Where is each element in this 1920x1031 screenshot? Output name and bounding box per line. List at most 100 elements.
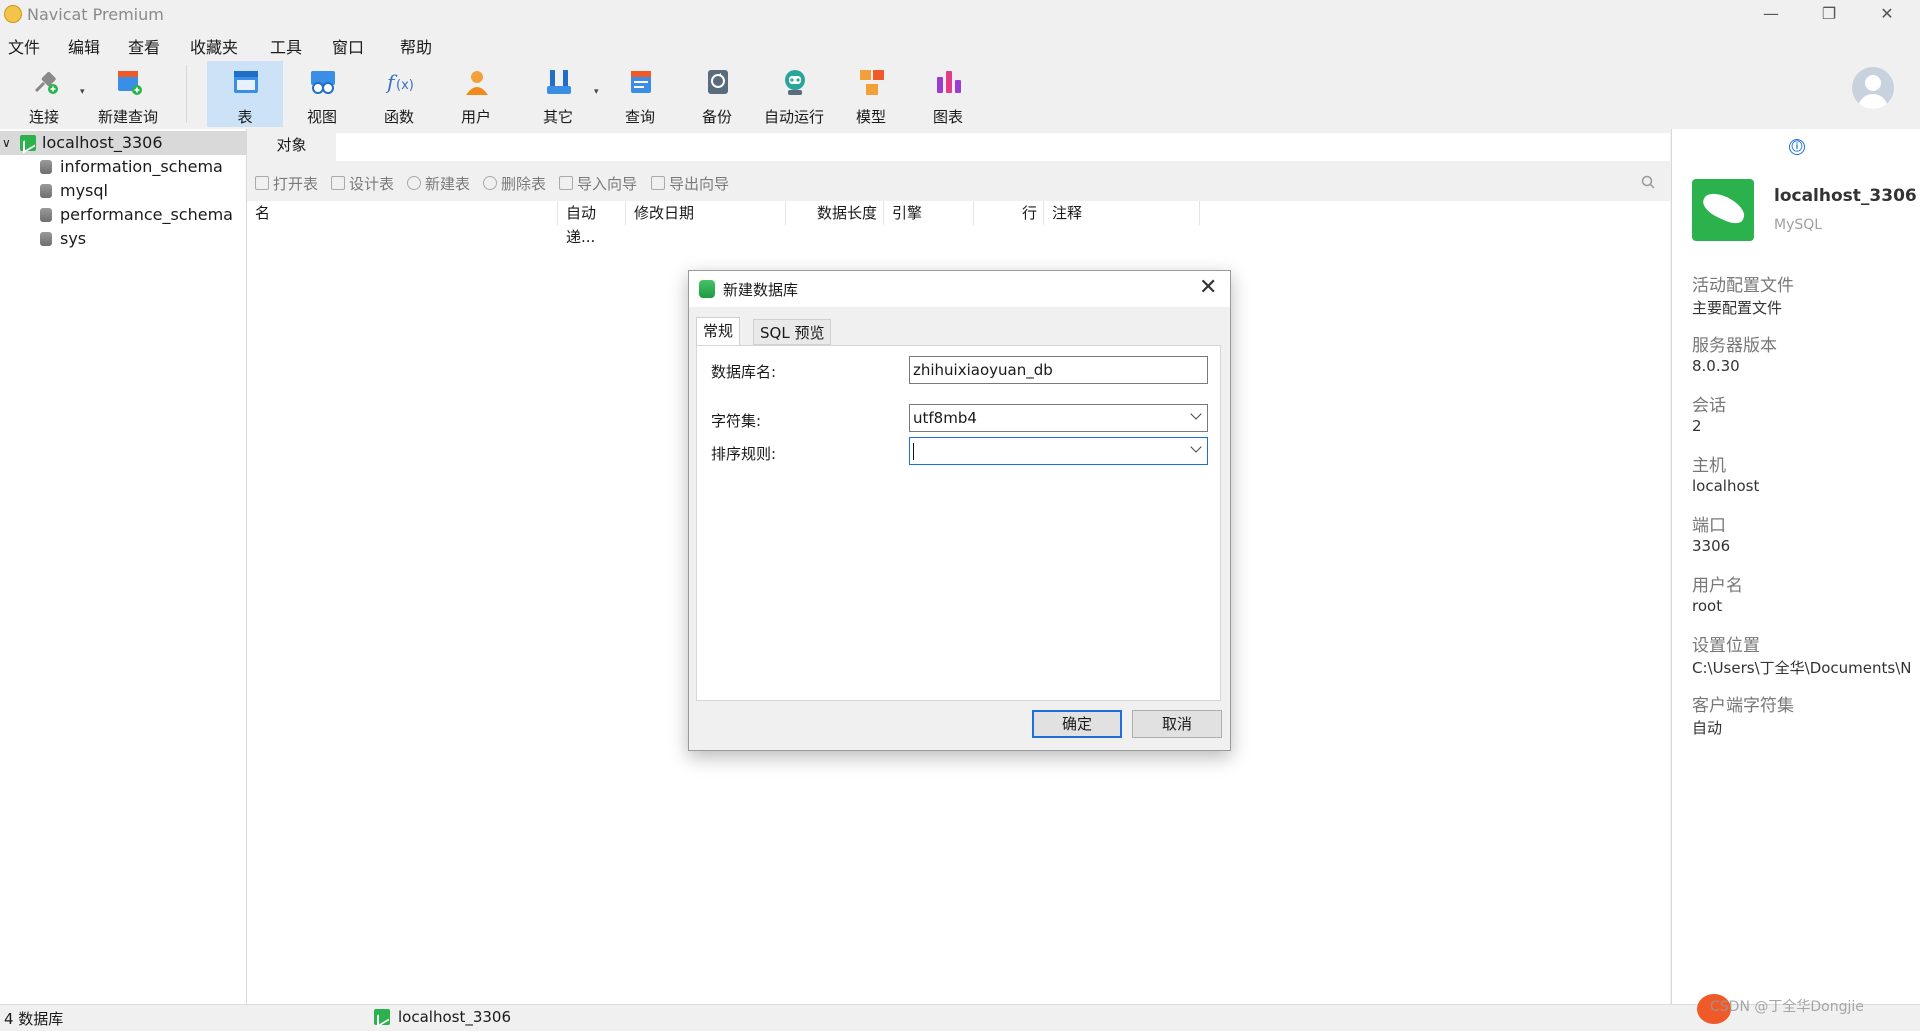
toolbar-separator [186,65,187,123]
new-query-button[interactable]: 新建查询 [90,61,166,127]
menu-favorites[interactable]: 收藏夹 [190,34,238,58]
info-location-value: C:\Users\丁全华\Documents\N [1692,659,1912,677]
title-bar: Navicat Premium — ❐ ✕ [0,0,1920,29]
table-icon [234,71,258,93]
table-label: 表 [237,108,253,126]
avatar-head-icon [1865,75,1881,91]
export-icon [651,176,665,190]
minimize-button[interactable]: — [1742,0,1800,29]
open-table-button[interactable]: 打开表 [255,173,318,194]
database-name: sys [60,229,87,248]
column-header-modified-date[interactable]: 修改日期 [626,201,786,225]
tree-db-performance-schema[interactable]: performance_schema [0,203,246,227]
status-connection: localhost_3306 [398,1008,512,1026]
design-table-button[interactable]: 设计表 [331,173,394,194]
delete-table-button[interactable]: 删除表 [483,173,546,194]
charset-label: 字符集: [711,412,762,430]
charset-select[interactable]: utf8mb4 [909,404,1208,432]
info-profile-value: 主要配置文件 [1692,299,1783,317]
menu-edit[interactable]: 编辑 [68,34,100,58]
export-wizard-button[interactable]: 导出向导 [651,173,729,194]
table-button[interactable]: 表 [207,61,283,127]
info-panel: ⓘ localhost_3306 MySQL 活动配置文件 主要配置文件 服务器… [1671,129,1920,1004]
user-button[interactable]: 用户 [438,61,514,127]
navicat-logo-icon [4,5,22,23]
expand-chevron-icon[interactable]: ∨ [2,131,11,155]
import-wizard-button[interactable]: 导入向导 [559,173,637,194]
tree-db-mysql[interactable]: mysql [0,179,246,203]
ok-button[interactable]: 确定 [1032,710,1122,738]
tab-general[interactable]: 常规 [696,317,741,345]
import-wizard-label: 导入向导 [577,175,638,193]
new-table-button[interactable]: 新建表 [407,173,470,194]
connection-name: localhost_3306 [42,133,163,152]
info-profile-label: 活动配置文件 [1692,276,1794,296]
robot-icon [785,70,805,95]
restore-button[interactable]: ❐ [1800,0,1858,29]
chevron-down-icon [1190,408,1202,420]
tree-connection-localhost[interactable]: ∨ localhost_3306 [0,131,246,155]
cancel-button[interactable]: 取消 [1132,710,1222,738]
query-label: 查询 [624,108,655,126]
user-icon [466,71,488,95]
close-icon[interactable]: ✕ [1199,275,1217,300]
column-header-name[interactable]: 名 [247,201,558,225]
pencil-icon [331,176,345,190]
avatar-body-icon [1858,94,1888,109]
object-toolbar: 打开表 设计表 新建表 删除表 导入向导 导出向导 [247,161,1670,201]
design-table-label: 设计表 [349,175,395,193]
automation-label: 自动运行 [763,108,824,126]
function-button[interactable]: f (x) 函数 [361,61,437,127]
view-button[interactable]: 视图 [284,61,360,127]
menu-file[interactable]: 文件 [8,34,40,58]
column-header-auto-increment[interactable]: 自动递... [558,201,626,246]
chart-icon [937,71,961,93]
info-sessions-label: 会话 [1692,396,1726,416]
backup-button[interactable]: 备份 [679,61,755,127]
model-button[interactable]: 模型 [833,61,909,127]
menu-window[interactable]: 窗口 [332,34,364,58]
minus-icon [483,176,497,190]
db-name-input[interactable]: zhihuixiaoyuan_db [909,356,1208,384]
query-button[interactable]: 查询 [602,61,678,127]
info-version-label: 服务器版本 [1692,336,1777,356]
column-header-data-length[interactable]: 数据长度 [786,201,884,225]
query-icon [631,71,651,93]
column-header-rows[interactable]: 行 [974,201,1044,225]
other-dropdown-icon[interactable]: ▾ [594,87,599,97]
chart-button[interactable]: 图表 [910,61,986,127]
tree-db-sys[interactable]: sys [0,227,246,251]
menu-tools[interactable]: 工具 [270,34,302,58]
tab-objects[interactable]: 对象 [247,129,336,161]
collation-select[interactable] [909,437,1208,465]
connect-label: 连接 [28,108,59,126]
info-server-type: MySQL [1774,217,1823,233]
account-avatar[interactable] [1852,67,1894,109]
db-name-label: 数据库名: [711,363,777,381]
info-location-label: 设置位置 [1692,636,1760,656]
info-port-value: 3306 [1692,537,1731,555]
tab-sql-preview[interactable]: SQL 预览 [753,319,832,345]
database-icon [699,280,715,298]
new-database-dialog: 新建数据库 ✕ 常规 SQL 预览 数据库名: zhihuixiaoyuan_d… [688,270,1231,751]
other-button[interactable]: 其它 [520,61,596,127]
search-icon[interactable] [1641,175,1655,189]
database-name: mysql [60,181,108,200]
info-icon[interactable]: ⓘ [1789,139,1805,155]
info-sessions-value: 2 [1692,417,1702,435]
chart-label: 图表 [932,108,963,126]
mysql-connection-icon [20,135,36,151]
connect-dropdown-icon[interactable]: ▾ [80,87,85,97]
automation-button[interactable]: 自动运行 [756,61,832,127]
connect-button[interactable]: 连接 [6,61,82,127]
database-icon [40,232,52,246]
column-header-comment[interactable]: 注释 [1044,201,1200,225]
mysql-dolphin-icon [1692,179,1754,241]
close-window-button[interactable]: ✕ [1858,0,1916,29]
tree-db-information-schema[interactable]: information_schema [0,155,246,179]
export-wizard-label: 导出向导 [669,175,730,193]
plus-icon [407,176,421,190]
menu-view[interactable]: 查看 [128,34,160,58]
menu-help[interactable]: 帮助 [400,34,432,58]
column-header-engine[interactable]: 引擎 [884,201,974,225]
